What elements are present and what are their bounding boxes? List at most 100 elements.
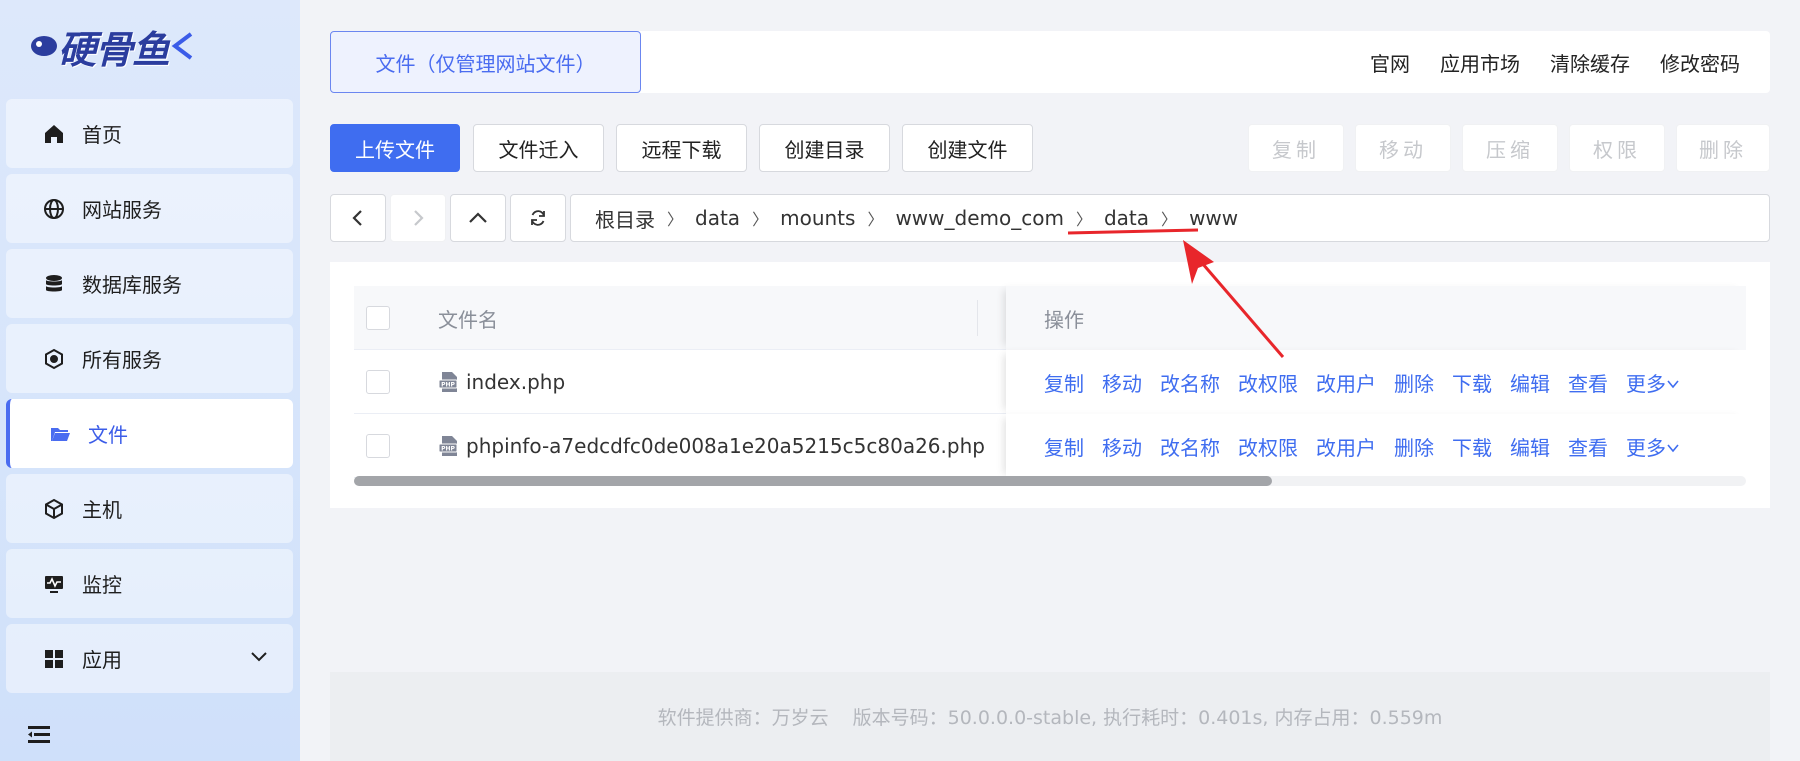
row-checkbox[interactable]	[366, 434, 390, 458]
op-copy-link[interactable]: 复制	[1044, 432, 1084, 461]
op-chown-link[interactable]: 改用户	[1316, 432, 1376, 461]
op-more-link[interactable]: 更多	[1626, 368, 1680, 397]
breadcrumb-item[interactable]: data	[1104, 206, 1149, 230]
row-checkbox[interactable]	[366, 370, 390, 394]
file-name-cell: PHP index.php	[438, 350, 565, 414]
op-chmod-link[interactable]: 改权限	[1238, 368, 1298, 397]
link-app-market[interactable]: 应用市场	[1440, 48, 1520, 77]
php-file-icon: PHP	[438, 371, 460, 393]
forward-button[interactable]	[390, 194, 446, 242]
remote-download-button[interactable]: 远程下载	[616, 124, 747, 172]
horizontal-scrollbar[interactable]	[354, 476, 1746, 486]
op-view-link[interactable]: 查看	[1568, 432, 1608, 461]
op-more-label: 更多	[1626, 371, 1666, 396]
file-table: 文件名 操作 PHP index.php 复制 移动 改名称 改权限 改用户 删…	[354, 286, 1746, 486]
globe-icon	[42, 197, 66, 221]
delete-button[interactable]: 删除	[1676, 124, 1770, 172]
file-name[interactable]: index.php	[466, 370, 565, 394]
breadcrumb-root[interactable]: 根目录	[595, 204, 655, 233]
chevron-right-icon: 〉	[667, 210, 684, 229]
sidebar-item-label: 应用	[82, 648, 122, 672]
table-row[interactable]: PHP index.php 复制 移动 改名称 改权限 改用户 删除 下载 编辑…	[354, 350, 1746, 414]
op-more-label: 更多	[1626, 435, 1666, 460]
sidebar-item-apps[interactable]: 应用	[6, 624, 293, 693]
op-move-link[interactable]: 移动	[1102, 368, 1142, 397]
monitor-icon	[42, 572, 66, 596]
file-table-card: 文件名 操作 PHP index.php 复制 移动 改名称 改权限 改用户 删…	[330, 262, 1770, 508]
breadcrumb-item[interactable]: mounts	[780, 206, 855, 230]
sidebar-item-web-services[interactable]: 网站服务	[6, 174, 293, 243]
sidebar-item-files[interactable]: 文件	[6, 399, 293, 468]
chevron-down-icon[interactable]	[249, 646, 269, 671]
back-button[interactable]	[330, 194, 386, 242]
sidebar-item-label: 文件	[88, 423, 128, 447]
file-name[interactable]: phpinfo-a7edcdfc0de008a1e20a5215c5c80a26…	[466, 434, 985, 458]
chevron-down-icon	[1667, 443, 1679, 452]
select-all-checkbox[interactable]	[366, 306, 390, 330]
fish-logo-icon	[31, 36, 57, 56]
link-clear-cache[interactable]: 清除缓存	[1550, 48, 1630, 77]
sidebar-item-label: 首页	[82, 123, 122, 147]
copy-button[interactable]: 复制	[1248, 124, 1344, 172]
sidebar-item-monitor[interactable]: 监控	[6, 549, 293, 618]
logo-text: 硬骨鱼	[58, 27, 170, 72]
chevron-down-icon	[1667, 379, 1679, 388]
file-name-cell: PHP phpinfo-a7edcdfc0de008a1e20a5215c5c8…	[438, 414, 985, 478]
breadcrumb-item[interactable]: data	[695, 206, 740, 230]
upload-button[interactable]: 上传文件	[330, 124, 460, 172]
breadcrumb-current[interactable]: www	[1189, 206, 1238, 230]
op-rename-link[interactable]: 改名称	[1160, 432, 1220, 461]
parent-directory-button[interactable]	[450, 194, 506, 242]
op-view-link[interactable]: 查看	[1568, 368, 1608, 397]
sidebar: 硬骨鱼 首页 网站服务 数据库服务 所有服务 文件 主机 监控 应用	[0, 0, 300, 761]
ops-column-header: 操作	[1006, 286, 1746, 350]
chevron-left-icon	[352, 210, 362, 226]
op-download-link[interactable]: 下载	[1452, 368, 1492, 397]
permission-button[interactable]: 权限	[1569, 124, 1665, 172]
compress-button[interactable]: 压缩	[1462, 124, 1558, 172]
sidebar-item-database[interactable]: 数据库服务	[6, 249, 293, 318]
sidebar-item-home[interactable]: 首页	[6, 99, 293, 168]
sidebar-item-host[interactable]: 主机	[6, 474, 293, 543]
op-edit-link[interactable]: 编辑	[1510, 432, 1550, 461]
services-icon	[42, 347, 66, 371]
chevron-right-icon: 〉	[1075, 210, 1092, 229]
refresh-button[interactable]	[510, 194, 566, 242]
op-rename-link[interactable]: 改名称	[1160, 368, 1220, 397]
create-directory-button[interactable]: 创建目录	[759, 124, 890, 172]
menu-collapse-icon[interactable]	[28, 724, 52, 744]
op-move-link[interactable]: 移动	[1102, 432, 1142, 461]
op-more-link[interactable]: 更多	[1626, 432, 1680, 461]
link-change-password[interactable]: 修改密码	[1660, 48, 1740, 77]
op-delete-link[interactable]: 删除	[1394, 432, 1434, 461]
logo[interactable]: 硬骨鱼	[28, 20, 195, 72]
import-button[interactable]: 文件迁入	[473, 124, 604, 172]
tab-files[interactable]: 文件（仅管理网站文件）	[330, 31, 641, 93]
op-copy-link[interactable]: 复制	[1044, 368, 1084, 397]
home-icon	[42, 122, 66, 146]
scrollbar-thumb[interactable]	[354, 476, 1272, 486]
php-file-icon: PHP	[438, 435, 460, 457]
sidebar-item-all-services[interactable]: 所有服务	[6, 324, 293, 393]
op-chown-link[interactable]: 改用户	[1316, 368, 1376, 397]
chevron-up-icon	[469, 212, 487, 223]
breadcrumb-item[interactable]: www_demo_com	[895, 206, 1064, 230]
column-header-name: 文件名	[438, 307, 498, 332]
row-ops-cell: 复制 移动 改名称 改权限 改用户 删除 下载 编辑 查看 更多	[1006, 350, 1746, 414]
create-file-button[interactable]: 创建文件	[902, 124, 1033, 172]
column-divider[interactable]	[977, 300, 978, 336]
move-button[interactable]: 移动	[1355, 124, 1451, 172]
link-official-site[interactable]: 官网	[1370, 48, 1410, 77]
op-delete-link[interactable]: 删除	[1394, 368, 1434, 397]
table-row[interactable]: PHP phpinfo-a7edcdfc0de008a1e20a5215c5c8…	[354, 414, 1746, 478]
sidebar-item-label: 监控	[82, 573, 122, 597]
op-download-link[interactable]: 下载	[1452, 432, 1492, 461]
chevron-right-icon	[414, 210, 424, 226]
sidebar-item-label: 主机	[82, 498, 122, 522]
top-links: 官网 应用市场 清除缓存 修改密码	[1370, 31, 1740, 93]
folder-icon	[48, 422, 72, 446]
database-icon	[42, 272, 66, 296]
row-ops: 复制 移动 改名称 改权限 改用户 删除 下载 编辑 查看 更多	[1044, 414, 1680, 478]
op-chmod-link[interactable]: 改权限	[1238, 432, 1298, 461]
op-edit-link[interactable]: 编辑	[1510, 368, 1550, 397]
